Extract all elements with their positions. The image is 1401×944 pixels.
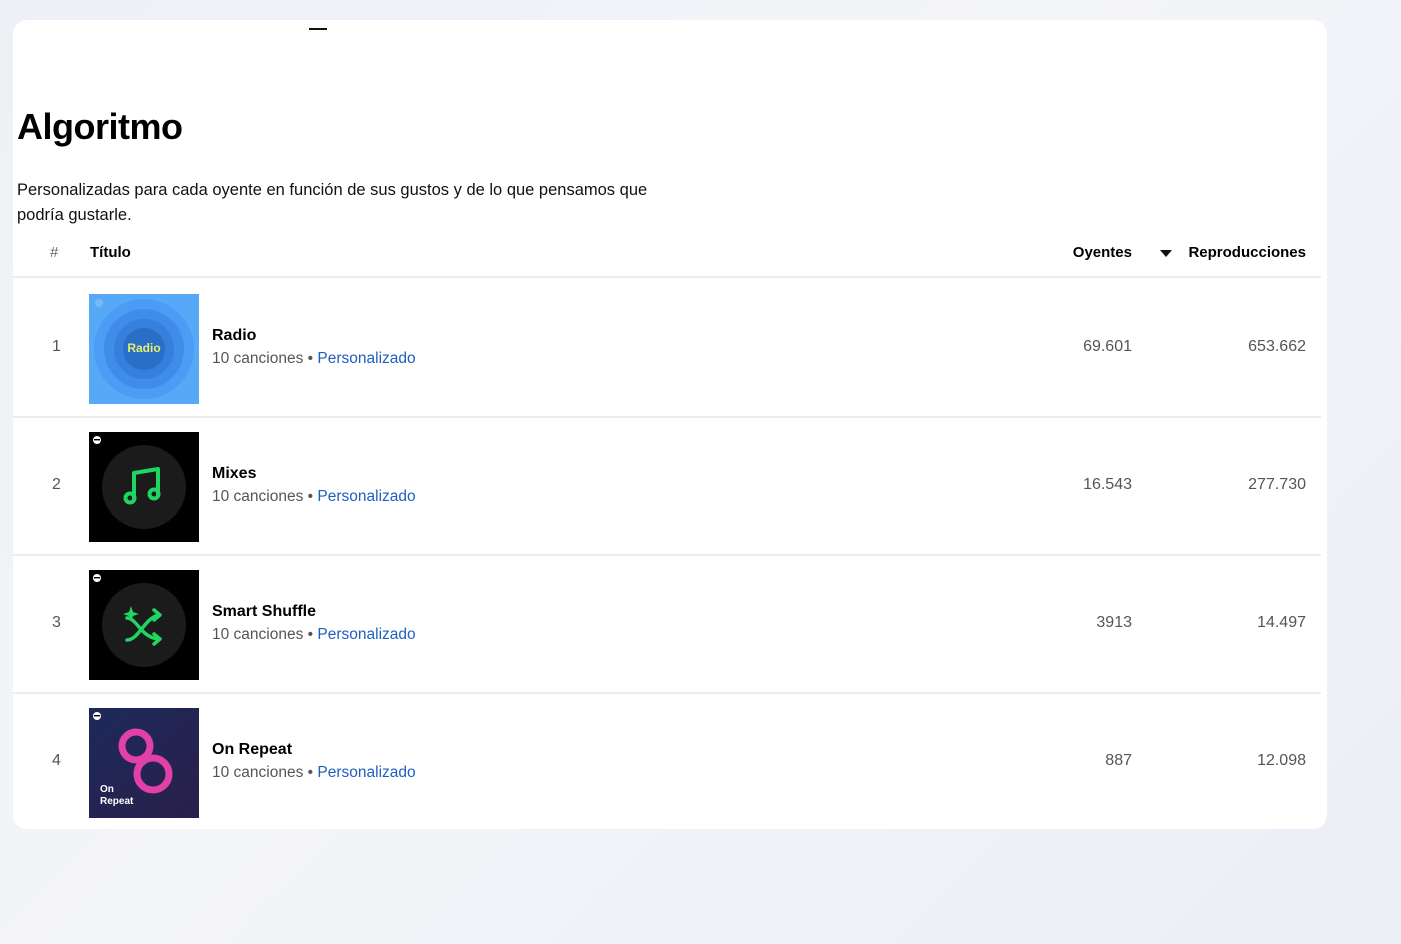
playlist-meta: 10 canciones • Personalizado — [212, 626, 416, 644]
row-number: 2 — [52, 476, 61, 493]
column-plays[interactable]: Reproducciones — [1188, 244, 1306, 261]
playlist-name[interactable]: On Repeat — [212, 741, 292, 759]
plays-count: 12.098 — [1257, 752, 1306, 769]
meta-separator: • — [307, 488, 314, 505]
table-row[interactable]: 1 Radio Radio 10 canciones • Personaliza… — [13, 280, 1321, 418]
listeners-count: 69.601 — [1083, 338, 1132, 355]
playlist-name[interactable]: Mixes — [212, 465, 256, 483]
column-number: # — [50, 244, 59, 261]
personalized-link[interactable]: Personalizado — [317, 488, 415, 505]
song-count: 10 canciones — [212, 626, 304, 643]
cover-label: On Repeat — [100, 784, 134, 807]
playlist-name[interactable]: Radio — [212, 327, 256, 345]
radio-cover[interactable]: Radio — [89, 294, 199, 404]
section-description: Personalizadas para cada oyente en funci… — [17, 181, 648, 224]
plays-count: 14.497 — [1257, 614, 1306, 631]
plays-count: 277.730 — [1248, 476, 1306, 493]
song-count: 10 canciones — [212, 488, 304, 505]
row-number: 4 — [52, 752, 61, 769]
listeners-count: 3913 — [1096, 614, 1132, 631]
playlist-meta: 10 canciones • Personalizado — [212, 488, 416, 506]
meta-separator: • — [307, 764, 314, 781]
column-listeners[interactable]: Oyentes — [1073, 244, 1132, 261]
playlist-meta: 10 canciones • Personalizado — [212, 764, 416, 782]
algorithm-card: Algoritmo Personalizadas para cada oyent… — [13, 20, 1327, 829]
song-count: 10 canciones — [212, 350, 304, 367]
caret-down-icon[interactable] — [1160, 250, 1172, 257]
meta-separator: • — [307, 626, 314, 643]
playlist-name[interactable]: Smart Shuffle — [212, 603, 316, 621]
table-row[interactable]: 2 Mixes 10 canciones • Personalizado 16.… — [13, 418, 1321, 556]
on-repeat-cover[interactable]: On Repeat — [89, 708, 199, 818]
section-title: Algoritmo — [17, 106, 183, 147]
meta-separator: • — [307, 350, 314, 367]
personalized-link[interactable]: Personalizado — [317, 764, 415, 781]
table-row[interactable]: 3 Smart Shuffle 10 canciones • Personali… — [13, 556, 1321, 694]
tab-indicator — [309, 28, 327, 30]
personalized-link[interactable]: Personalizado — [317, 626, 415, 643]
listeners-count: 16.543 — [1083, 476, 1132, 493]
personalized-link[interactable]: Personalizado — [317, 350, 415, 367]
table-header: # Título Oyentes Reproducciones — [13, 240, 1321, 278]
plays-count: 653.662 — [1248, 338, 1306, 355]
cover-label: Radio — [127, 341, 161, 355]
table-row[interactable]: 4 On Repeat On Repeat 10 canciones • Per… — [13, 694, 1321, 832]
mixes-cover[interactable] — [89, 432, 199, 542]
song-count: 10 canciones — [212, 764, 304, 781]
listeners-count: 887 — [1105, 752, 1132, 769]
row-number: 1 — [52, 338, 61, 355]
smart-shuffle-cover[interactable] — [89, 570, 199, 680]
column-title[interactable]: Título — [90, 244, 131, 261]
row-number: 3 — [52, 614, 61, 631]
playlist-meta: 10 canciones • Personalizado — [212, 350, 416, 368]
